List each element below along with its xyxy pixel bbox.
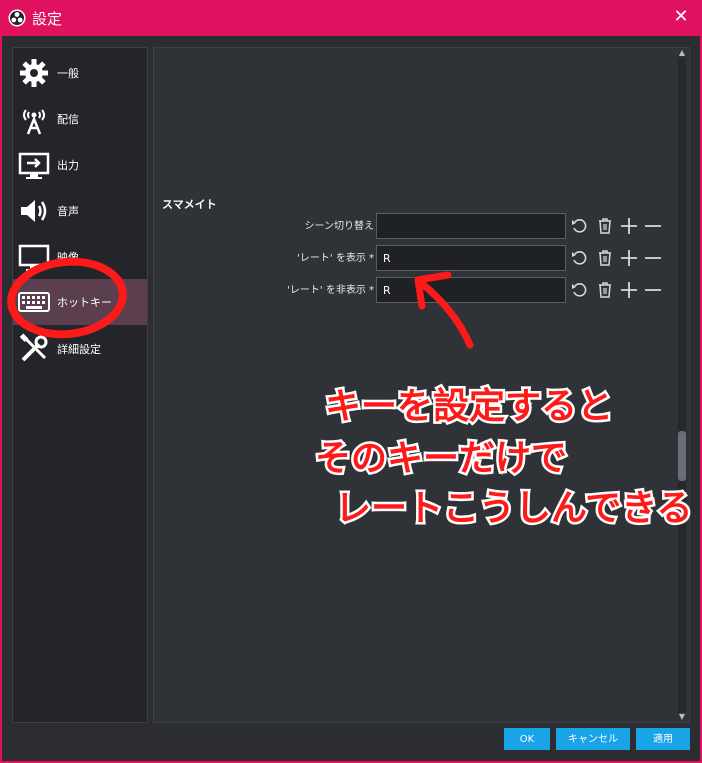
sidebar-item-hotkeys[interactable]: ホットキー <box>13 279 147 325</box>
sidebar-item-stream[interactable]: 配信 <box>13 96 147 142</box>
settings-sidebar: 一般 配信 出力 音声 映像 ホットキー 詳細設定 <box>12 47 148 723</box>
sidebar-item-label: 音声 <box>57 205 79 218</box>
cancel-button[interactable]: キャンセル <box>556 728 630 750</box>
scrollbar-thumb[interactable] <box>678 431 686 481</box>
hotkey-row-show-rate: 'レート' を表示 * R <box>154 245 674 273</box>
trash-icon[interactable] <box>595 216 615 236</box>
obs-app-icon <box>8 9 26 27</box>
sidebar-item-audio[interactable]: 音声 <box>13 188 147 234</box>
add-icon[interactable] <box>619 216 639 236</box>
trash-icon[interactable] <box>595 280 615 300</box>
sidebar-item-advanced[interactable]: 詳細設定 <box>13 326 147 372</box>
sidebar-item-label: 詳細設定 <box>57 343 101 356</box>
revert-icon[interactable] <box>570 248 590 268</box>
sidebar-item-general[interactable]: 一般 <box>13 50 147 96</box>
speaker-icon <box>21 200 47 222</box>
sidebar-item-output[interactable]: 出力 <box>13 142 147 188</box>
remove-icon[interactable] <box>643 280 663 300</box>
scroll-down-arrow-icon[interactable]: ▼ <box>677 712 687 722</box>
hotkeys-panel: ▲ ▼ スマメイト シーン切り替え 'レート' を表示 * R 'レート' を非… <box>153 47 690 723</box>
vertical-scrollbar[interactable] <box>678 58 686 713</box>
monitor-icon <box>18 244 50 271</box>
sidebar-item-label: ホットキー <box>57 296 112 309</box>
settings-window: 設定 ✕ 一般 配信 出力 音声 映像 ホットキー 詳細設定 ▲ ▼ スマメイト… <box>0 0 702 763</box>
add-icon[interactable] <box>619 280 639 300</box>
revert-icon[interactable] <box>570 216 590 236</box>
scroll-up-arrow-icon[interactable]: ▲ <box>677 48 687 58</box>
keyboard-icon <box>18 292 50 312</box>
ok-button[interactable]: OK <box>504 728 550 750</box>
hotkey-row-scene-switch: シーン切り替え <box>154 213 674 241</box>
title-bar: 設定 ✕ <box>0 0 702 36</box>
sidebar-item-video[interactable]: 映像 <box>13 234 147 280</box>
section-title: スマメイト <box>162 198 217 211</box>
sidebar-item-label: 配信 <box>57 113 79 126</box>
window-title: 設定 <box>32 10 63 28</box>
output-icon <box>18 152 50 179</box>
sidebar-item-label: 一般 <box>57 67 79 80</box>
trash-icon[interactable] <box>595 248 615 268</box>
hotkey-label: シーン切り替え <box>304 221 375 232</box>
add-icon[interactable] <box>619 248 639 268</box>
close-icon[interactable]: ✕ <box>670 6 692 28</box>
hotkey-row-hide-rate: 'レート' を非表示 * R <box>154 277 674 305</box>
gear-icon <box>20 59 48 87</box>
hotkey-label: 'レート' を表示 * <box>297 253 374 264</box>
sidebar-item-label: 出力 <box>57 159 79 172</box>
hotkey-input[interactable] <box>376 213 566 239</box>
hotkey-label: 'レート' を非表示 * <box>287 285 374 296</box>
remove-icon[interactable] <box>643 248 663 268</box>
hotkey-input[interactable]: R <box>376 245 566 271</box>
sidebar-item-label: 映像 <box>57 251 79 264</box>
apply-button[interactable]: 適用 <box>636 728 690 750</box>
hotkey-input[interactable]: R <box>376 277 566 303</box>
settings-content: 一般 配信 出力 音声 映像 ホットキー 詳細設定 ▲ ▼ スマメイト シーン切… <box>2 36 700 761</box>
revert-icon[interactable] <box>570 280 590 300</box>
broadcast-icon <box>23 109 45 135</box>
tools-icon <box>19 333 48 362</box>
remove-icon[interactable] <box>643 216 663 236</box>
